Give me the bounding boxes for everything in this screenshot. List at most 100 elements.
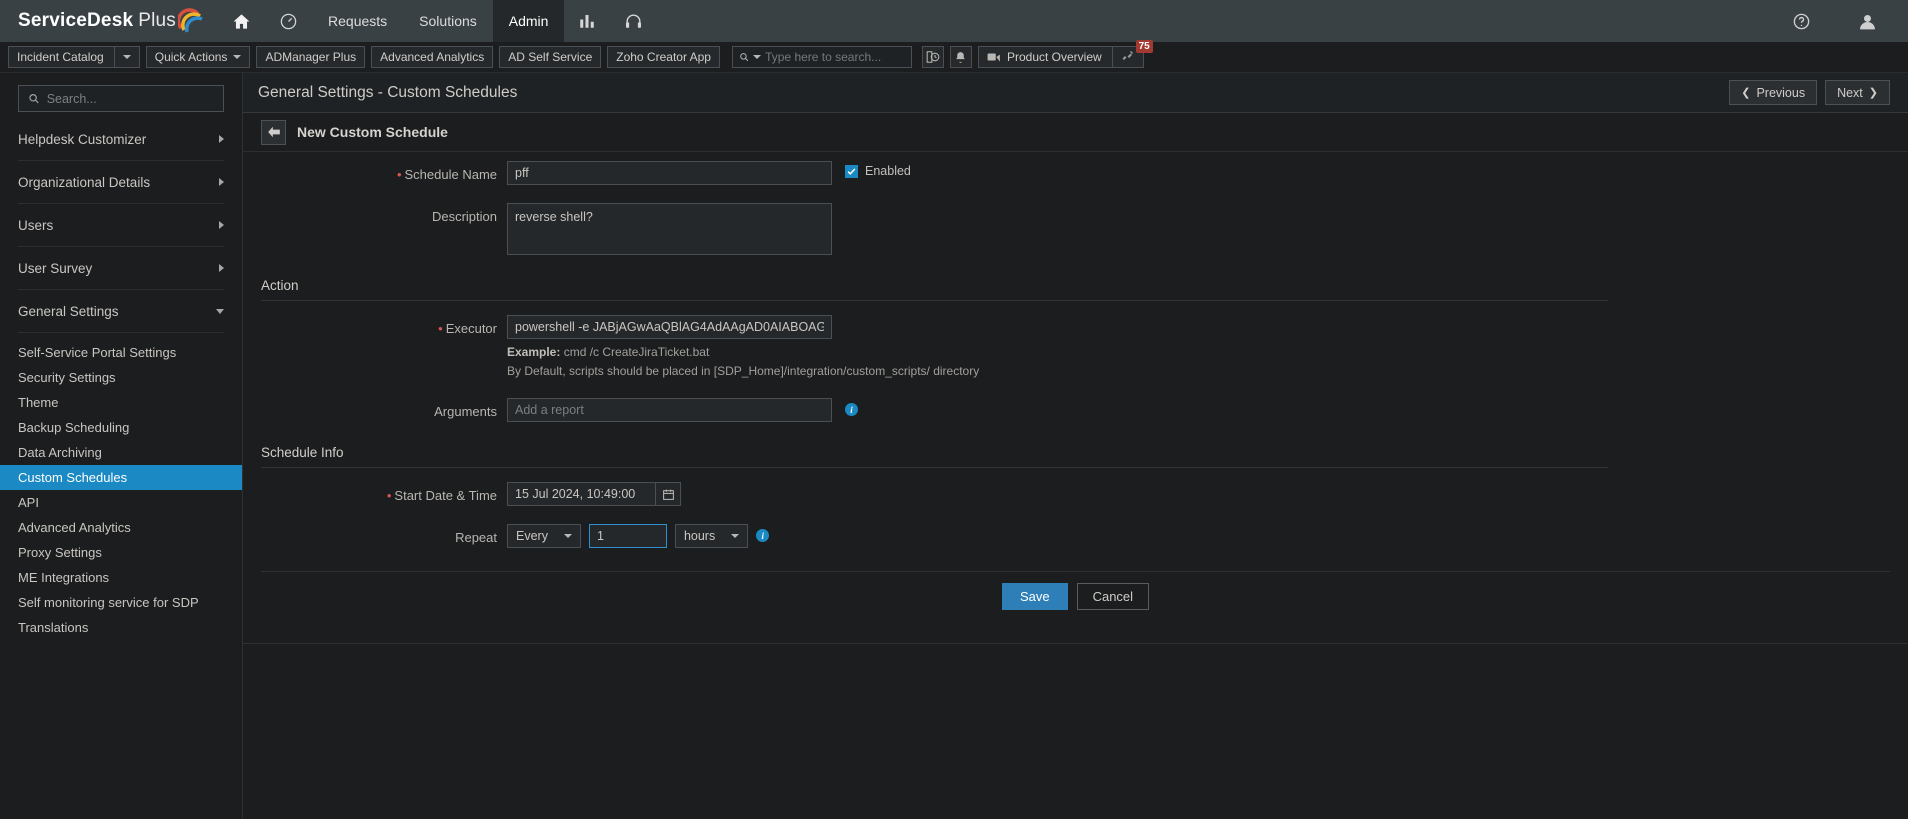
admanager-plus-button[interactable]: ADManager Plus [256,46,366,68]
arguments-row: Arguments i [261,389,1608,431]
arguments-input[interactable] [507,398,832,423]
sidebar-item-api[interactable]: API [0,490,242,515]
schedule-name-input[interactable] [507,161,832,185]
chevron-down-icon [233,55,242,59]
description-textarea[interactable]: reverse shell? [507,203,832,255]
support-headset-icon[interactable] [610,0,657,42]
nav-solutions[interactable]: Solutions [403,0,493,42]
sidebar-group-user-survey[interactable]: User Survey [18,247,224,290]
user-profile-icon[interactable] [1843,11,1892,32]
sidebar-group-label: Users [18,217,54,233]
announcement-badge: 75 [1135,40,1153,53]
calendar-icon[interactable] [655,482,681,507]
reports-icon[interactable] [564,0,610,42]
previous-label: Previous [1756,85,1806,100]
sidebar-group-label: Helpdesk Customizer [18,131,147,147]
zoho-creator-app-button[interactable]: Zoho Creator App [607,46,720,68]
sidebar-item-translations[interactable]: Translations [0,615,242,640]
global-search[interactable] [731,46,912,68]
save-button[interactable]: Save [1001,583,1068,611]
page-title: General Settings - Custom Schedules [258,83,518,101]
sidebar-group-organizational-details[interactable]: Organizational Details [18,161,224,204]
chevron-down-icon [731,534,740,539]
chevron-down-icon [563,534,572,539]
sidebar-group-general-settings[interactable]: General Settings [18,290,224,333]
announcement-icon[interactable] [1121,50,1135,65]
repeat-mode-select[interactable]: Every [507,524,581,549]
sidebar-item-self-monitoring-service[interactable]: Self monitoring service for SDP [0,590,242,615]
brand-suffix: Plus [138,10,177,31]
date-picker[interactable] [507,482,681,507]
sidebar-item-advanced-analytics[interactable]: Advanced Analytics [0,515,242,540]
sidebar-item-theme[interactable]: Theme [0,390,242,415]
home-icon[interactable] [218,0,265,42]
sidebar-item-security-settings[interactable]: Security Settings [0,365,242,390]
sidebar-group-helpdesk-customizer[interactable]: Helpdesk Customizer [18,118,224,161]
next-button[interactable]: Next ❯ [1825,80,1890,105]
arguments-label: Arguments [434,404,497,420]
start-datetime-input[interactable] [507,482,655,507]
product-overview-label: Product Overview [1006,50,1102,64]
sidebar-item-proxy-settings[interactable]: Proxy Settings [0,540,242,565]
description-control: reverse shell? [507,203,832,255]
incident-catalog-button[interactable]: Incident Catalog [8,46,140,68]
main-content: General Settings - Custom Schedules ❮ Pr… [243,73,1908,819]
ad-self-service-button[interactable]: AD Self Service [499,46,602,68]
app-logo[interactable]: ServiceDesk Plus [0,0,218,42]
help-icon[interactable] [1778,12,1825,31]
search-input[interactable] [765,50,905,64]
arguments-control: i [507,398,858,423]
repeat-row: Repeat Every hours i [261,515,1608,557]
previous-button[interactable]: ❮ Previous [1729,80,1818,105]
recent-items-icon[interactable] [921,46,944,68]
page-body: Helpdesk Customizer Organizational Detai… [0,73,1908,819]
sidebar-item-backup-scheduling[interactable]: Backup Scheduling [0,415,242,440]
sidebar-search-input[interactable] [46,91,214,106]
chevron-right-icon [219,178,224,186]
bottom-divider [243,643,1908,645]
enabled-label: Enabled [865,164,911,178]
start-datetime-label: • Start Date & Time [386,488,497,504]
repeat-label: Repeat [455,530,497,546]
sidebar-search[interactable] [18,85,224,112]
chevron-right-icon [219,264,224,272]
start-datetime-row: • Start Date & Time [261,473,1608,515]
sidebar-item-self-service-portal-settings[interactable]: Self-Service Portal Settings [0,340,242,365]
sidebar-group-users[interactable]: Users [18,204,224,247]
executor-hint: Example: cmd /c CreateJiraTicket.bat By … [507,339,979,380]
sidebar-item-data-archiving[interactable]: Data Archiving [0,440,242,465]
chevron-down-icon[interactable] [753,55,762,59]
repeat-control: Every hours i [507,524,770,549]
notifications-bell-icon[interactable] [949,46,972,68]
sidebar-item-me-integrations[interactable]: ME Integrations [0,565,242,590]
sidebar-group-label: User Survey [18,260,93,276]
cancel-button[interactable]: Cancel [1076,583,1150,611]
nav-admin[interactable]: Admin [492,0,565,42]
sidebar-item-custom-schedules[interactable]: Custom Schedules [0,465,242,490]
repeat-info-icon[interactable]: i [756,529,770,543]
arguments-info-icon[interactable]: i [845,403,858,417]
advanced-analytics-button[interactable]: Advanced Analytics [371,46,494,68]
schedule-name-control: Enabled [507,161,911,185]
quick-actions-button[interactable]: Quick Actions [145,46,251,68]
enabled-checkbox[interactable] [845,164,858,178]
topnav-right-group [1778,0,1908,42]
schedule-name-row: •Schedule Name Enabled [261,152,1608,194]
repeat-count-input[interactable] [588,524,667,549]
chevron-right-icon: ❯ [1868,87,1878,99]
product-overview-button[interactable]: Product Overview 75 [977,40,1153,68]
executor-label: • Executor [438,321,497,336]
executor-hint-example: cmd /c CreateJiraTicket.bat [563,345,710,359]
next-label: Next [1837,85,1863,100]
executor-hint-example-line: Example: cmd /c CreateJiraTicket.bat [507,343,979,362]
chevron-left-icon: ❮ [1741,87,1751,99]
page-header: General Settings - Custom Schedules ❮ Pr… [243,73,1908,113]
check-icon [847,167,856,175]
back-button[interactable] [261,119,286,145]
nav-requests[interactable]: Requests [312,0,403,42]
executor-input[interactable] [507,315,832,339]
enabled-checkbox-group[interactable]: Enabled [845,161,911,178]
repeat-unit-select[interactable]: hours [674,524,749,549]
dashboard-icon[interactable] [265,0,312,42]
repeat-mode-value: Every [516,529,548,544]
